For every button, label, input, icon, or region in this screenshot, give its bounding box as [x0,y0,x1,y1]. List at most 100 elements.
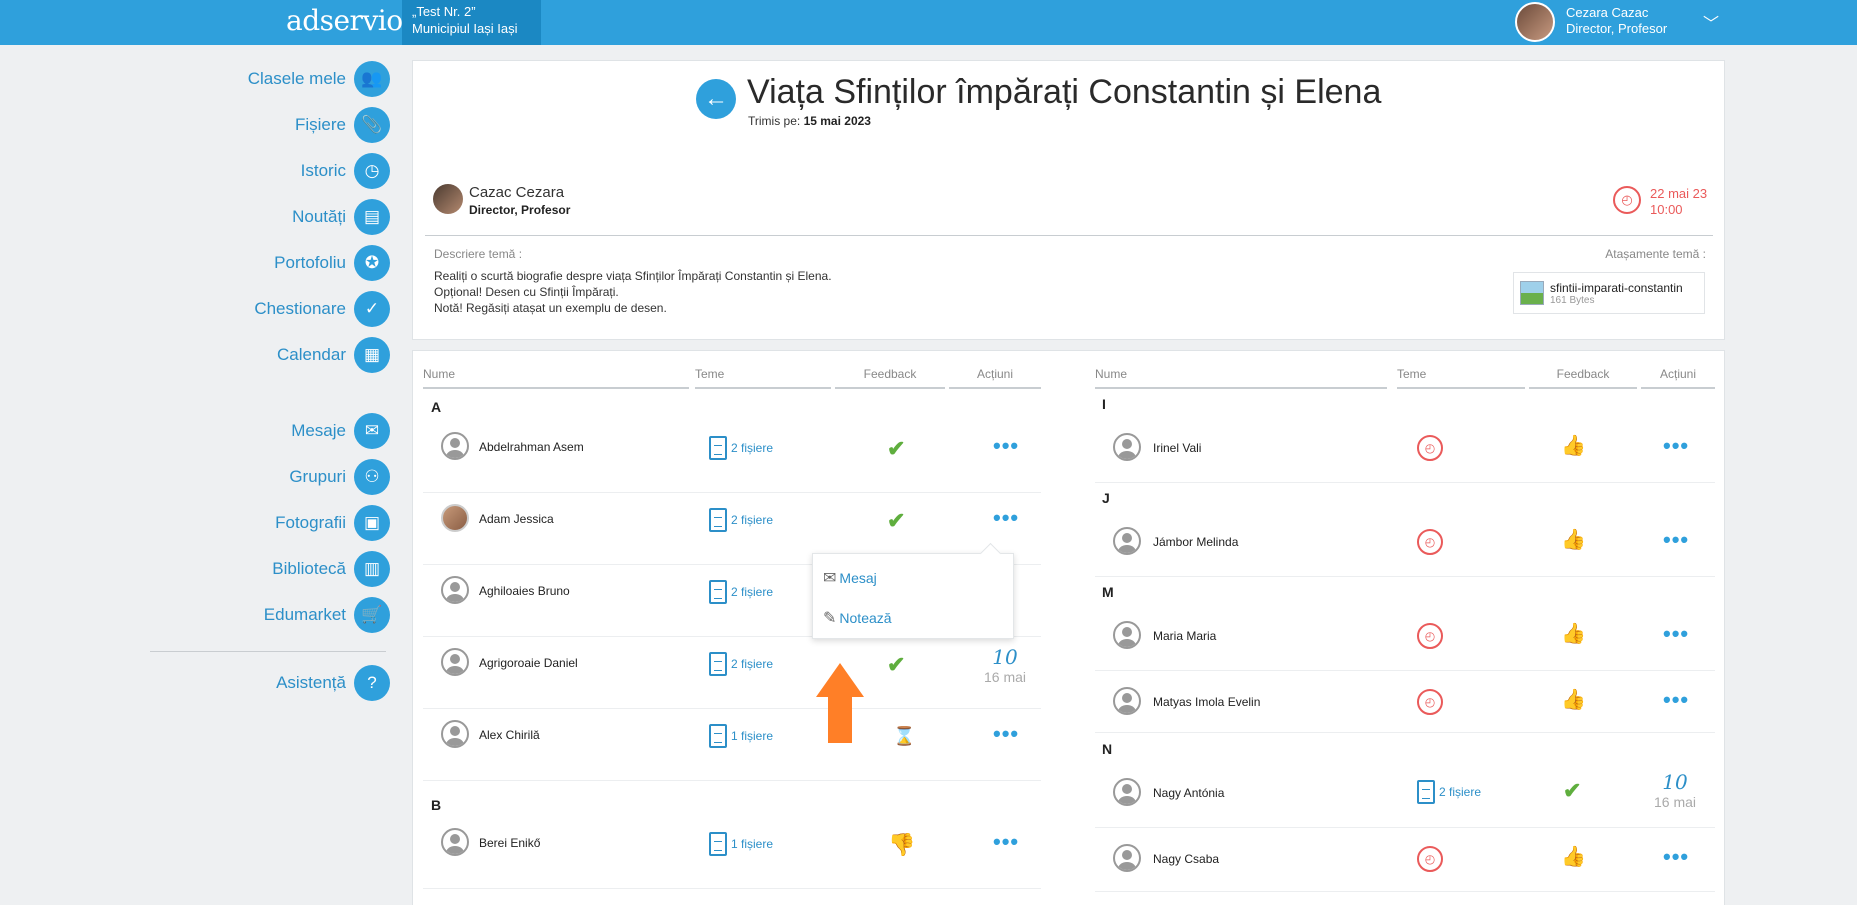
popup-item-message[interactable]: ✉ Mesaj [823,568,877,588]
student-name[interactable]: Abdelrahman Asem [479,440,584,454]
more-actions-button[interactable]: ••• [1663,844,1689,870]
hourglass-icon: ⌛ [893,726,916,746]
thumbs-up-icon[interactable]: 👍 [1561,844,1586,869]
more-actions-button[interactable]: ••• [1663,687,1689,713]
column-header-name[interactable]: Nume [1095,367,1387,389]
calendar-icon: ▦ [354,337,390,373]
school-name: „Test Nr. 2” [412,4,476,19]
document-icon [709,652,727,676]
more-actions-button[interactable]: ••• [993,829,1019,855]
files-link[interactable]: 2 fișiere [709,652,773,676]
files-link[interactable]: 1 fișiere [709,832,773,856]
student-name[interactable]: Alex Chirilă [479,728,540,742]
group-letter: N [1102,741,1113,757]
help-icon: ? [354,665,390,701]
more-actions-button[interactable]: ••• [1663,527,1689,553]
sidebar-item-label: Fotografii [275,513,346,532]
user-menu[interactable]: Cezara Cazac Director, Profesor [1566,5,1667,37]
table-row[interactable]: Jámbor Melinda ◴ 👍 ••• [1095,505,1715,577]
sidebar-item-edumarket[interactable]: Edumarket 🛒 [264,596,390,634]
table-row[interactable]: Matyas Imola Evelin ◴ 👍 ••• [1095,671,1715,733]
stopwatch-icon: ◴ [1417,529,1443,555]
stopwatch-icon: ◴ [1417,435,1443,461]
document-icon [709,724,727,748]
table-row[interactable]: Berei Enikő 1 fișiere 👎 ••• [423,817,1041,889]
column-header-homework[interactable]: Teme [1397,367,1525,389]
avatar [1113,778,1141,806]
table-row[interactable]: Irinel Vali ◴ 👍 ••• [1095,411,1715,483]
sidebar-item-clasele-mele[interactable]: Clasele mele 👥 [248,60,390,98]
files-link[interactable]: 2 fișiere [709,508,773,532]
more-actions-button[interactable]: ••• [1663,433,1689,459]
thumbs-up-icon[interactable]: 👍 [1561,687,1586,712]
sidebar-item-chestionare[interactable]: Chestionare ✓ [254,290,390,328]
document-icon [709,832,727,856]
student-name[interactable]: Adam Jessica [479,512,554,526]
more-actions-button[interactable]: ••• [993,505,1019,531]
chevron-down-icon[interactable]: ﹀ [1703,10,1719,34]
column-header-feedback[interactable]: Feedback [835,367,945,389]
student-name[interactable]: Irinel Vali [1153,441,1201,455]
description-line: Realiți o scurtă biografie despre viața … [434,269,832,283]
portfolio-icon: ✪ [354,245,390,281]
grade[interactable]: 10 16 mai [1645,770,1705,810]
attachments-label: Atașamente temă : [1605,247,1706,261]
sidebar-item-mesaje[interactable]: Mesaje ✉ [291,412,390,450]
school-selector[interactable]: „Test Nr. 2” Municipiul Iași Iași [402,0,541,45]
sidebar-item-fisiere[interactable]: Fișiere 📎 [295,106,390,144]
sidebar-item-portofoliu[interactable]: Portofoliu ✪ [274,244,390,282]
groups-icon: ⚇ [354,459,390,495]
table-row[interactable]: Agrigoroaie Daniel 2 fișiere ✔ 10 16 mai [423,637,1041,709]
school-location: Municipiul Iași Iași [412,21,518,36]
attachment-item[interactable]: sfintii-imparati-constantin 161 Bytes [1513,272,1705,314]
back-button[interactable]: ← [696,79,736,119]
student-name[interactable]: Matyas Imola Evelin [1153,695,1260,709]
paperclip-icon: 📎 [354,107,390,143]
thumbs-up-icon[interactable]: 👍 [1561,621,1586,646]
student-name[interactable]: Aghiloaies Bruno [479,584,570,598]
sidebar-item-biblioteca[interactable]: Bibliotecă ▥ [272,550,390,588]
files-link[interactable]: 2 fișiere [709,436,773,460]
column-header-name[interactable]: Nume [423,367,689,389]
student-name[interactable]: Berei Enikő [479,836,540,850]
description-line: Opțional! Desen cu Sfinții Împărați. [434,285,619,299]
check-icon: ✔ [1563,778,1582,803]
author-avatar [433,184,463,214]
student-name[interactable]: Jámbor Melinda [1153,535,1238,549]
files-link[interactable]: 2 fișiere [709,580,773,604]
grade[interactable]: 10 16 mai [975,645,1035,685]
student-name[interactable]: Maria Maria [1153,629,1216,643]
thumbs-up-icon[interactable]: 👍 [1561,527,1586,552]
student-name[interactable]: Nagy Csaba [1153,852,1219,866]
student-name[interactable]: Agrigoroaie Daniel [479,656,578,670]
grade-date: 16 mai [1653,794,1697,810]
sidebar-item-calendar[interactable]: Calendar ▦ [277,336,390,374]
more-actions-button[interactable]: ••• [993,433,1019,459]
table-row[interactable]: Maria Maria ◴ 👍 ••• [1095,599,1715,671]
popup-item-grade[interactable]: ✎ Notează [823,608,892,628]
column-header-feedback[interactable]: Feedback [1529,367,1637,389]
more-actions-button[interactable]: ••• [1663,621,1689,647]
user-avatar[interactable] [1515,2,1555,42]
app-logo[interactable]: adservio [286,4,403,37]
checklist-icon: ✓ [354,291,390,327]
check-icon: ✔ [887,508,906,533]
header-divider [425,235,1713,236]
document-icon [709,436,727,460]
sidebar-item-noutati[interactable]: Noutăți ▤ [292,198,390,236]
thumbs-up-icon[interactable]: 👍 [1561,433,1586,458]
sidebar-item-grupuri[interactable]: Grupuri ⚇ [289,458,390,496]
table-row[interactable]: Abdelrahman Asem 2 fișiere ✔ ••• [423,421,1041,493]
files-link[interactable]: 2 fișiere [1417,780,1481,804]
sidebar-item-fotografii[interactable]: Fotografii ▣ [275,504,390,542]
more-actions-button[interactable]: ••• [993,721,1019,747]
sidebar-item-istoric[interactable]: Istoric ◷ [301,152,390,190]
table-row[interactable]: Nagy Csaba ◴ 👍 ••• [1095,828,1715,892]
library-icon: ▥ [354,551,390,587]
files-link[interactable]: 1 fișiere [709,724,773,748]
sidebar-item-asistenta[interactable]: Asistență? [276,664,390,702]
table-row[interactable]: Nagy Antónia 2 fișiere ✔ 10 16 mai [1095,756,1715,828]
table-row[interactable]: Alex Chirilă 1 fișiere ⌛ ••• [423,709,1041,781]
column-header-homework[interactable]: Teme [695,367,831,389]
student-name[interactable]: Nagy Antónia [1153,786,1224,800]
